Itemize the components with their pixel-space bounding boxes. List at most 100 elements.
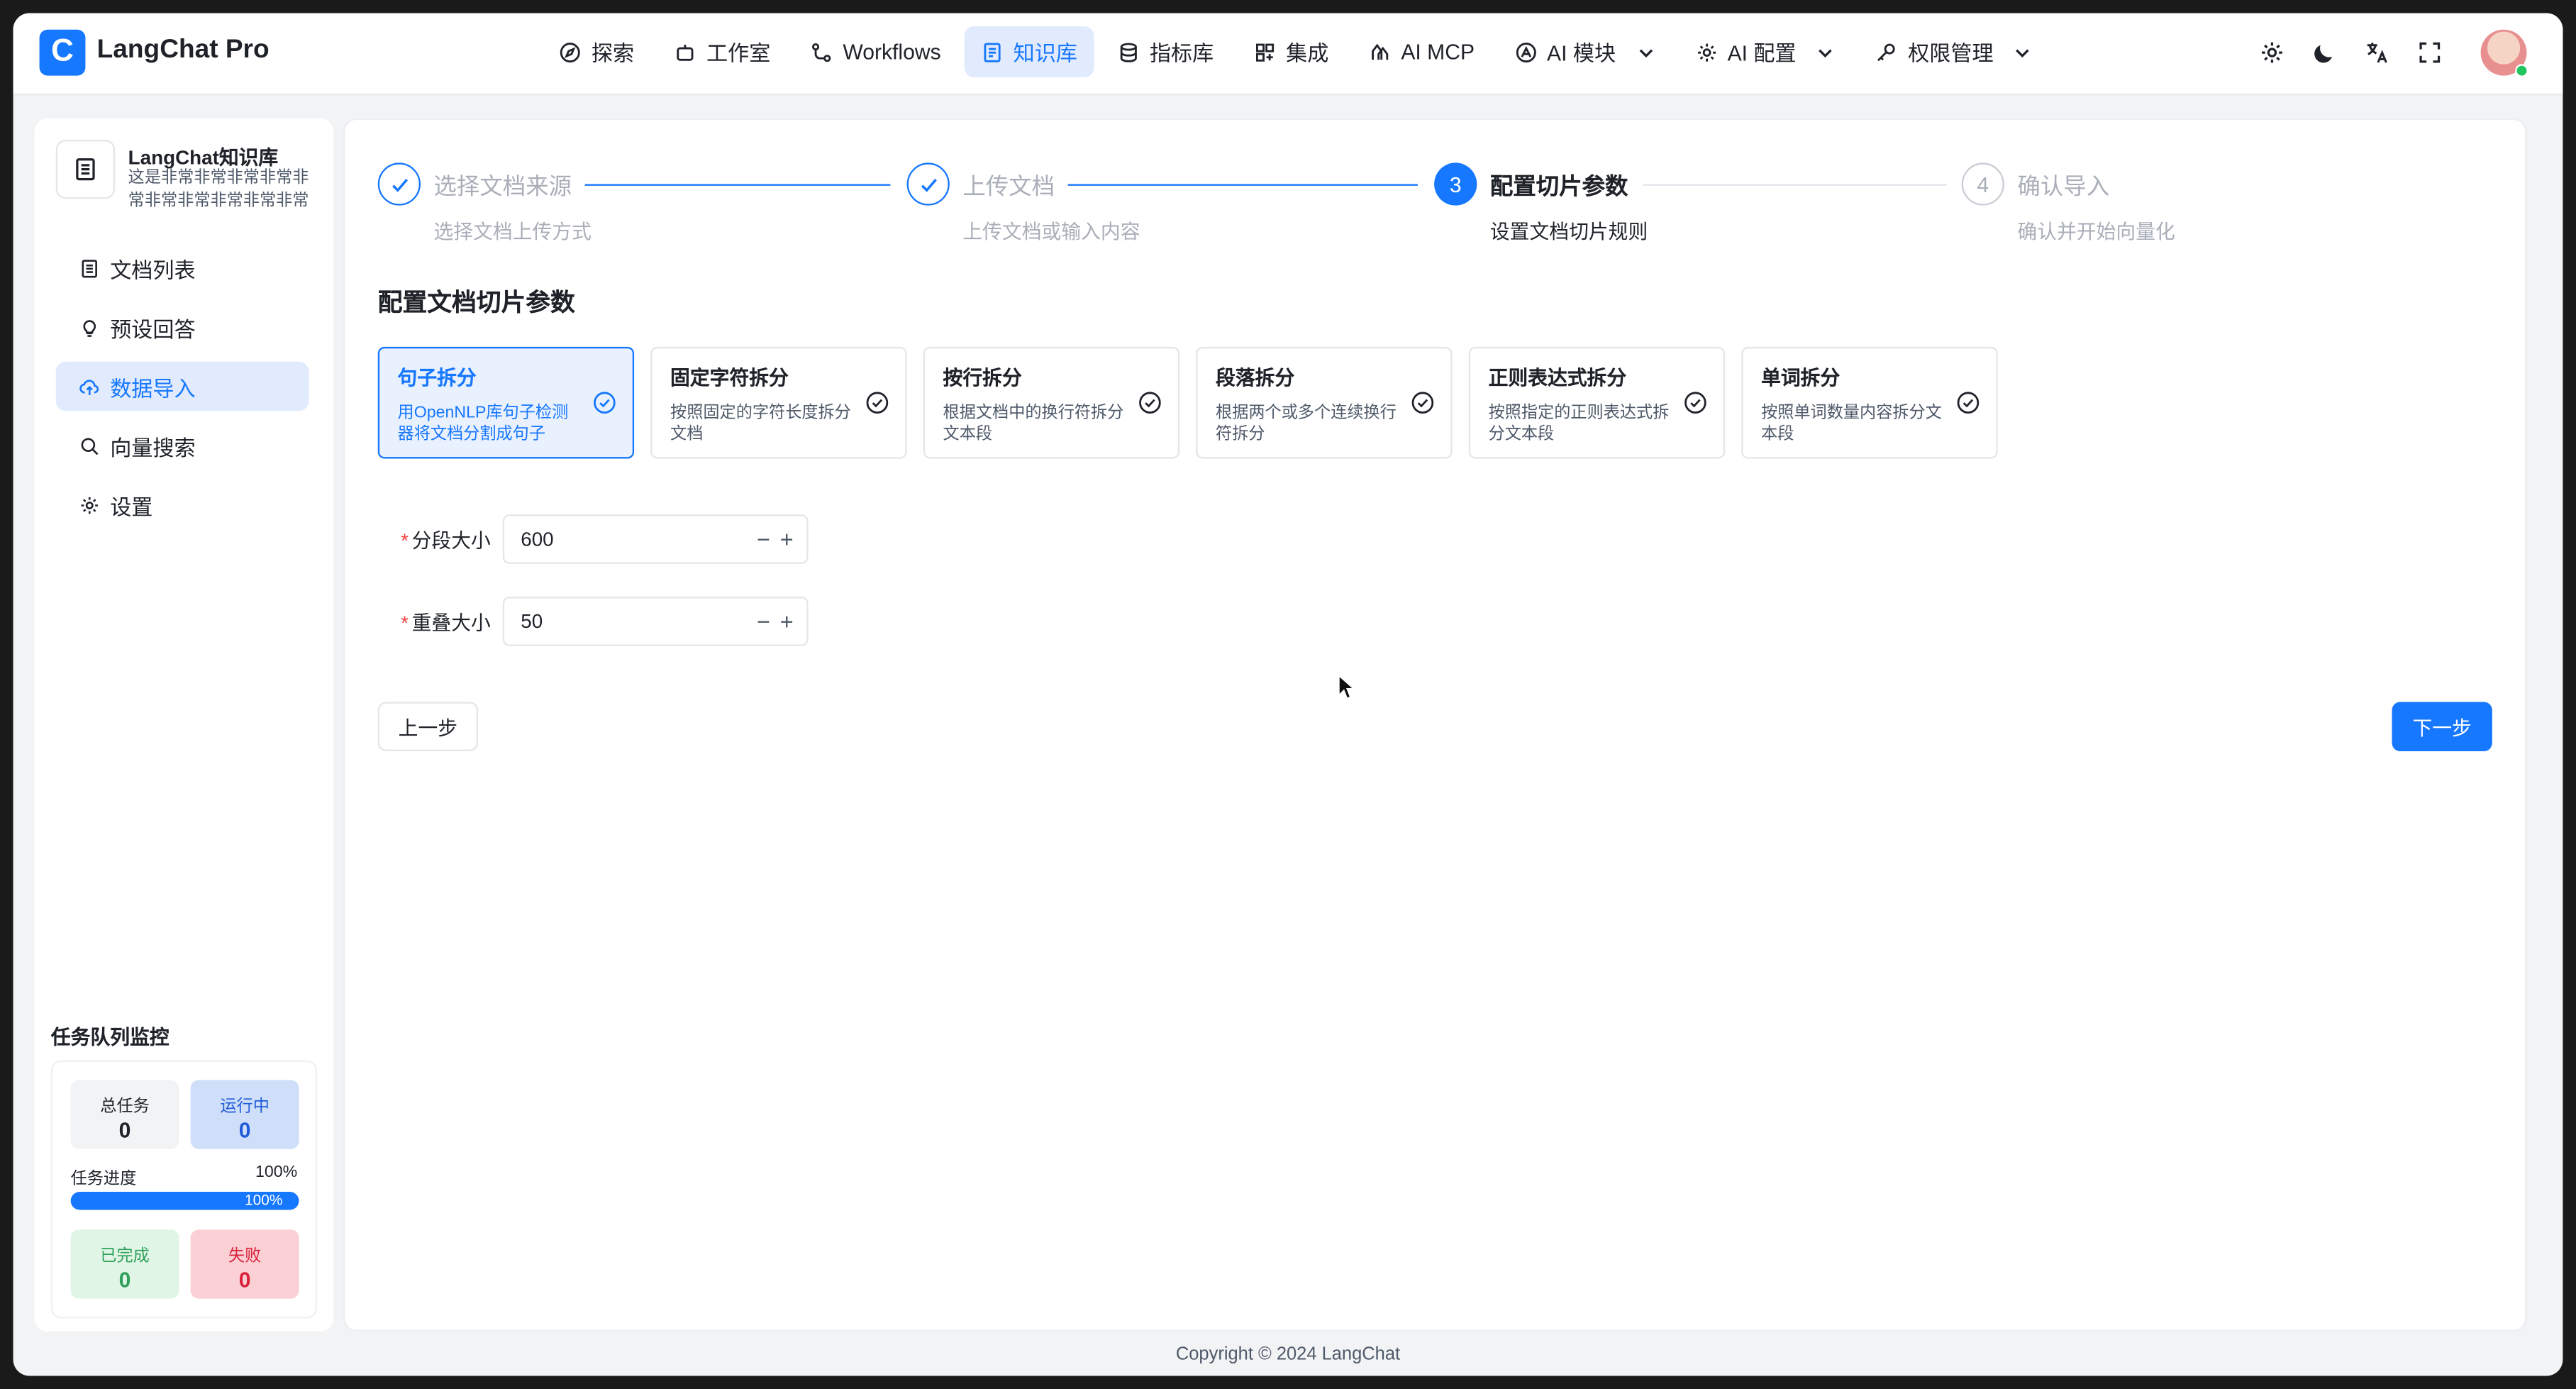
mouse-cursor-icon <box>1338 674 1356 700</box>
check-circle-icon <box>1684 392 1706 414</box>
knowledge-base-description: 这是非常非常非常非常非常非常非常非常非常非常非常 <box>128 169 309 211</box>
app-brand: LangChat Pro <box>96 35 270 65</box>
sidebar-item-settings[interactable]: 设置 <box>56 480 309 530</box>
check-circle-icon <box>1957 392 1980 414</box>
stat-label: 总任务 <box>100 1097 150 1117</box>
sidebar-item-data-import[interactable]: 数据导入 <box>55 361 309 411</box>
stat-value: 0 <box>238 1117 251 1143</box>
mcp-icon <box>1371 43 1388 60</box>
option-title: 固定字符拆分 <box>670 366 789 390</box>
option-title: 按行拆分 <box>943 366 1022 390</box>
split-option-sentence[interactable]: 句子拆分 用OpenNLP库句子检测器将文档分割成句子 <box>377 346 635 459</box>
stat-label: 已完成 <box>100 1247 150 1266</box>
step-connector <box>1643 184 1947 186</box>
fullscreen-icon[interactable] <box>2415 37 2445 67</box>
task-monitor-title: 任务队列监控 <box>50 1025 170 1049</box>
chevron-down-icon <box>1819 48 1833 57</box>
option-description: 按照单词数量内容拆分文本段 <box>1761 404 1942 444</box>
sidebar-item-preset-answers[interactable]: 预设回答 <box>56 302 309 352</box>
option-description: 根据两个或多个连续换行符拆分 <box>1216 404 1397 444</box>
option-description: 按照指定的正则表达式拆分文本段 <box>1488 404 1670 444</box>
search-icon <box>81 437 99 455</box>
module-icon <box>1515 42 1536 62</box>
nav-item-studio[interactable]: 工作室 <box>657 26 787 77</box>
plus-icon[interactable]: + <box>780 608 794 634</box>
top-header: C LangChat Pro 探索 工作室 Workflows 知识库 指标库 <box>13 13 2563 96</box>
section-title: 配置文档切片参数 <box>377 289 575 318</box>
split-option-fixed-char[interactable]: 固定字符拆分 按照固定的字符长度拆分文档 <box>650 346 907 459</box>
translate-icon[interactable] <box>2363 37 2392 67</box>
nav-item-explore[interactable]: 探索 <box>542 26 650 77</box>
stat-label: 失败 <box>228 1247 262 1266</box>
nav-label: 探索 <box>591 40 635 66</box>
nav-item-ai-config[interactable]: AI 配置 <box>1678 26 1852 77</box>
split-option-line[interactable]: 按行拆分 根据文档中的换行符拆分文本段 <box>923 346 1180 459</box>
stat-total-tasks: 总任务 0 <box>70 1080 179 1149</box>
stat-value: 0 <box>118 1267 131 1293</box>
chevron-down-icon <box>1638 48 1653 57</box>
nav-item-permissions[interactable]: 权限管理 <box>1859 26 2050 77</box>
settings-icon[interactable] <box>2258 37 2287 67</box>
chunk-size-label: * 分段大小 <box>401 525 503 553</box>
progress-bar: 100% <box>70 1191 299 1210</box>
progress-label: 任务进度 <box>70 1170 137 1189</box>
database-icon <box>1120 42 1137 62</box>
grid-plus-icon <box>1255 43 1274 61</box>
stat-running-tasks: 运行中 0 <box>190 1080 299 1149</box>
minus-icon[interactable]: − <box>757 526 770 553</box>
check-icon <box>377 162 421 206</box>
option-description: 根据文档中的换行符拆分文本段 <box>943 404 1124 444</box>
label-text: 分段大小 <box>411 528 491 552</box>
dark-mode-moon-icon[interactable] <box>2310 37 2340 67</box>
split-method-options: 句子拆分 用OpenNLP库句子检测器将文档分割成句子 固定字符拆分 按照固定的… <box>377 346 1998 459</box>
split-option-regex[interactable]: 正则表达式拆分 按照指定的正则表达式拆分文本段 <box>1468 346 1726 459</box>
import-wizard-panel: 选择文档来源 选择文档上传方式 上传文档 上传文档或输入内容 3 配置切片参数 … <box>343 118 2527 1332</box>
step-title: 上传文档 <box>962 172 1055 199</box>
lightbulb-icon <box>83 319 96 336</box>
next-step-button[interactable]: 下一步 <box>2392 702 2492 751</box>
stepper-controls: − + <box>757 608 794 634</box>
stat-label: 运行中 <box>220 1097 270 1117</box>
split-option-word[interactable]: 单词拆分 按照单词数量内容拆分文本段 <box>1741 346 1998 459</box>
nav-item-metrics[interactable]: 指标库 <box>1100 26 1230 77</box>
split-option-paragraph[interactable]: 段落拆分 根据两个或多个连续换行符拆分 <box>1196 346 1453 459</box>
user-avatar[interactable] <box>2480 28 2528 77</box>
sidebar-item-document-list[interactable]: 文档列表 <box>56 243 309 293</box>
check-icon <box>906 162 950 206</box>
header-actions <box>2258 26 2528 77</box>
app-logo[interactable]: C <box>39 29 86 76</box>
nav-item-knowledge-base[interactable]: 知识库 <box>964 26 1094 77</box>
previous-step-button[interactable]: 上一步 <box>377 702 479 751</box>
nav-item-ai-module[interactable]: AI 模块 <box>1498 26 1672 77</box>
minus-icon[interactable]: − <box>757 608 770 634</box>
plus-icon[interactable]: + <box>780 526 794 553</box>
stepper-controls: − + <box>757 526 794 553</box>
nav-item-ai-mcp[interactable]: AI MCP <box>1352 26 1491 77</box>
nav-label: 权限管理 <box>1908 40 1994 66</box>
step-number: 3 <box>1434 162 1477 206</box>
robot-icon <box>677 43 694 60</box>
document-list-icon <box>82 259 97 277</box>
nav-label: 知识库 <box>1013 40 1077 66</box>
nav-label: 指标库 <box>1149 40 1214 66</box>
nav-label: 集成 <box>1286 40 1329 66</box>
required-mark: * <box>401 610 409 634</box>
chunk-size-row: * 分段大小 600 − + <box>401 514 809 564</box>
check-circle-icon <box>866 392 889 414</box>
sidebar-item-vector-search[interactable]: 向量搜索 <box>56 421 309 470</box>
main-nav: 探索 工作室 Workflows 知识库 指标库 集成 AI MCP AI 模块… <box>542 26 2049 77</box>
knowledge-base-title: LangChat知识库 <box>128 146 279 170</box>
option-description: 用OpenNLP库句子检测器将文档分割成句子 <box>397 404 569 444</box>
option-title: 单词拆分 <box>1761 366 1841 390</box>
option-description: 按照固定的字符长度拆分文档 <box>670 404 851 444</box>
knowledge-base-sidebar: LangChat知识库 这是非常非常非常非常非常非常非常非常非常非常非常 文档列… <box>34 118 334 1332</box>
nav-item-integrations[interactable]: 集成 <box>1237 26 1345 77</box>
option-title: 句子拆分 <box>397 366 477 390</box>
gear-icon <box>1697 43 1716 61</box>
step-connector <box>584 184 891 186</box>
chunk-size-input[interactable]: 600 − + <box>502 514 809 564</box>
nav-item-workflows[interactable]: Workflows <box>794 26 957 77</box>
overlap-size-input[interactable]: 50 − + <box>502 597 809 646</box>
workflow-icon <box>812 42 831 62</box>
step-number: 4 <box>1961 162 2004 206</box>
